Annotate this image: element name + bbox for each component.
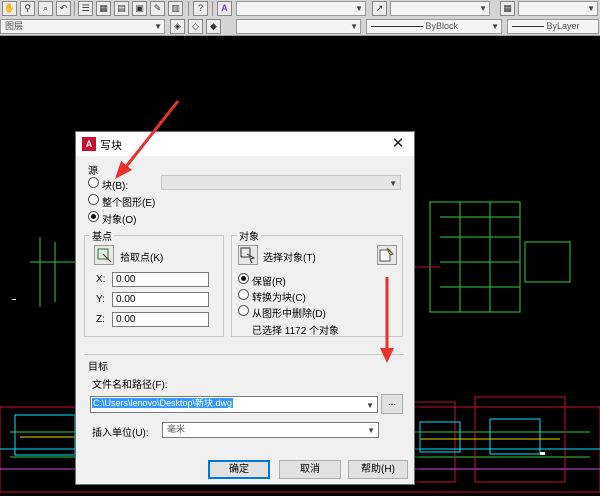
toolbar-separator xyxy=(212,1,213,16)
help-icon[interactable]: ? xyxy=(193,1,208,16)
chevron-down-icon: ▼ xyxy=(491,22,499,31)
chevron-down-icon: ▼ xyxy=(350,22,358,31)
toolbar: ✋ ⚲ ⌕ ↶ ☰ ▦ ▤ ▣ ✎ ▥ ? A ▼ ↗ ▼ ▦ ▼ 图层 ▼ ◈ … xyxy=(0,0,600,36)
pan-icon[interactable]: ✋ xyxy=(2,1,17,16)
dim-style-icon[interactable]: ↗ xyxy=(372,1,387,16)
table-style-combo[interactable]: ▼ xyxy=(518,1,598,16)
text-style-combo[interactable]: ▼ xyxy=(236,1,366,16)
linetype-sample xyxy=(371,26,423,28)
layer-properties-icon[interactable]: ◈ xyxy=(170,19,185,34)
annotation-arrow-browse xyxy=(380,277,394,363)
chevron-down-icon: ▼ xyxy=(479,4,487,13)
design-center-icon[interactable]: ▦ xyxy=(96,1,111,16)
dim-style-combo[interactable]: ▼ xyxy=(390,1,490,16)
layer-previous-icon[interactable]: ◆ xyxy=(206,19,221,34)
layer-label: 图层 xyxy=(5,21,24,31)
text-style-icon[interactable]: A xyxy=(217,1,232,16)
chevron-down-icon: ▼ xyxy=(154,22,162,31)
markup-icon[interactable]: ✎ xyxy=(150,1,165,16)
layer-combo[interactable]: 图层 ▼ xyxy=(0,19,165,34)
properties-icon[interactable]: ☰ xyxy=(78,1,93,16)
calculator-icon[interactable]: ▥ xyxy=(168,1,183,16)
zoom-previous-icon[interactable]: ↶ xyxy=(56,1,71,16)
drawing-canvas[interactable]: A 写块 ✕ 源 块(B): ▼ 整个图形(E) 对象(O) 基点 拾取点(K)… xyxy=(0,37,600,496)
lineweight-sample xyxy=(512,26,544,28)
table-style-icon[interactable]: ▦ xyxy=(500,1,515,16)
annotation-arrow-objects xyxy=(115,100,180,179)
toolbar-separator xyxy=(74,1,75,16)
sheet-set-icon[interactable]: ▣ xyxy=(132,1,147,16)
layer-state-icon[interactable]: ◇ xyxy=(188,19,203,34)
annotation-overlay xyxy=(115,100,394,363)
chevron-down-icon: ▼ xyxy=(587,4,595,13)
lineweight-value: ByLayer xyxy=(546,21,580,31)
toolbar-row-2: 图层 ▼ ◈ ◇ ◆ ▼ ByBlock ▼ ByLayer xyxy=(0,19,600,36)
linetype-value: ByBlock xyxy=(425,21,459,31)
linetype-combo[interactable]: ByBlock ▼ xyxy=(366,19,502,34)
chevron-down-icon: ▼ xyxy=(355,4,363,13)
color-combo[interactable]: ▼ xyxy=(236,19,361,34)
toolbar-separator xyxy=(188,1,189,16)
zoom-window-icon[interactable]: ⌕ xyxy=(38,1,53,16)
zoom-realtime-icon[interactable]: ⚲ xyxy=(20,1,35,16)
lineweight-combo[interactable]: ByLayer xyxy=(507,19,599,34)
toolbar-row-1: ✋ ⚲ ⌕ ↶ ☰ ▦ ▤ ▣ ✎ ▥ ? A ▼ ↗ ▼ ▦ ▼ xyxy=(0,1,600,18)
tool-palettes-icon[interactable]: ▤ xyxy=(114,1,129,16)
